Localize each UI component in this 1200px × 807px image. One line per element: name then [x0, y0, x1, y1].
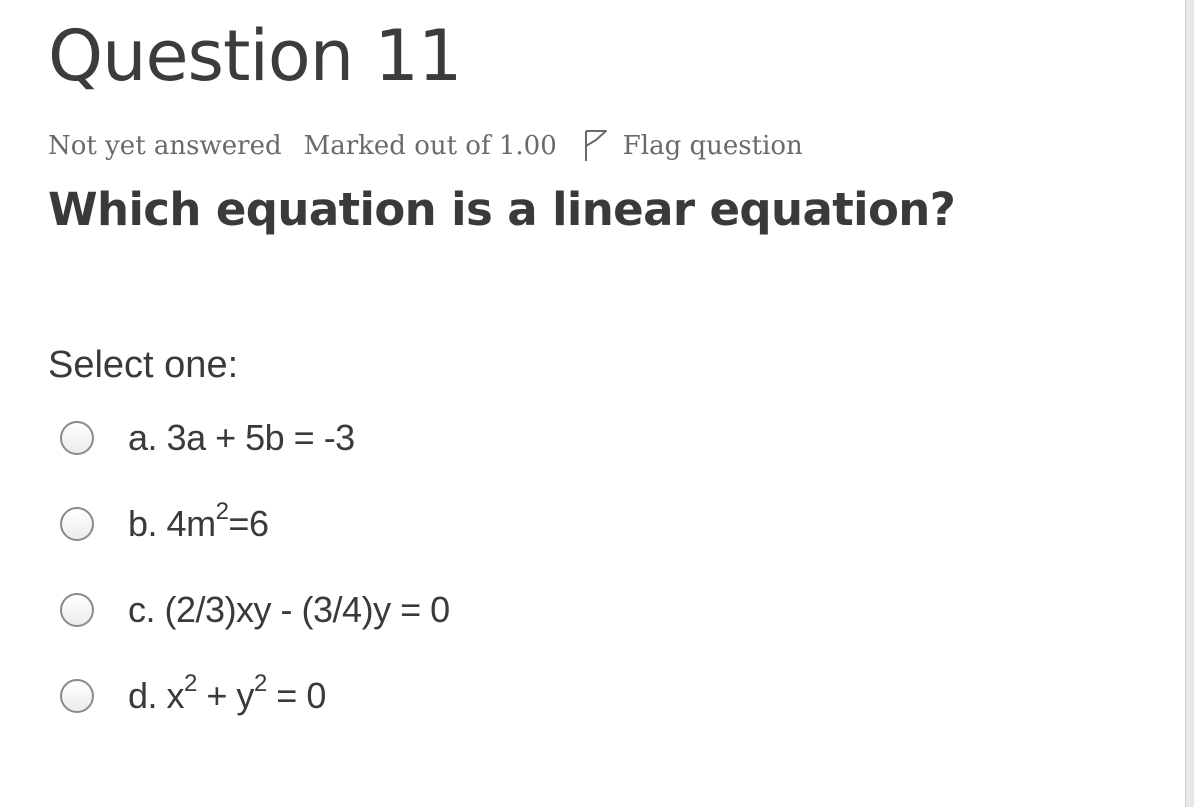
answer-option-a[interactable]: a. 3a + 5b = -3: [60, 410, 960, 466]
flag-icon: [584, 130, 607, 161]
select-one-prompt: Select one:: [48, 344, 239, 386]
answer-option-c[interactable]: c. (2/3)xy - (3/4)y = 0: [60, 582, 960, 638]
answer-option-b[interactable]: b. 4m2=6: [60, 496, 960, 552]
answer-label: b. 4m2=6: [128, 498, 269, 545]
radio-unchecked-icon[interactable]: [60, 421, 94, 455]
question-title: Question 11: [48, 15, 462, 97]
page-scrollbar[interactable]: [1185, 0, 1194, 807]
answer-option-d[interactable]: d. x2 + y2 = 0: [60, 668, 960, 724]
quiz-page: Question 11 Not yet answered Marked out …: [0, 0, 1200, 807]
radio-unchecked-icon[interactable]: [60, 679, 94, 713]
radio-unchecked-icon[interactable]: [60, 507, 94, 541]
question-status: Not yet answered: [48, 131, 282, 161]
answer-label: d. x2 + y2 = 0: [128, 670, 326, 717]
answer-label: a. 3a + 5b = -3: [128, 417, 355, 458]
question-text: Which equation is a linear equation?: [48, 183, 956, 236]
answer-label: c. (2/3)xy - (3/4)y = 0: [128, 589, 450, 630]
question-info: Not yet answered Marked out of 1.00 Flag…: [48, 128, 803, 164]
question-marks: Marked out of 1.00: [303, 131, 557, 161]
radio-unchecked-icon[interactable]: [60, 593, 94, 627]
flag-question-label: Flag question: [622, 131, 803, 161]
answer-list: a. 3a + 5b = -3 b. 4m2=6 c. (2/3)xy - (3…: [60, 410, 960, 754]
flag-question-button[interactable]: Flag question: [583, 129, 803, 163]
